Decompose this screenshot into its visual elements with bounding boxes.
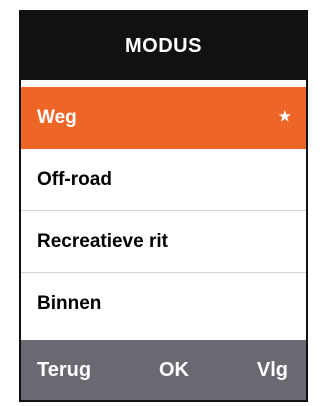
- mode-menu: Weg ★ Off-road Recreatieve rit Binnen: [21, 87, 306, 335]
- device-screen: MODUS Weg ★ Off-road Recreatieve rit Bin…: [19, 10, 308, 402]
- next-button[interactable]: Vlg: [257, 359, 288, 382]
- menu-item-binnen[interactable]: Binnen: [21, 273, 306, 335]
- menu-item-label: Recreatieve rit: [37, 230, 168, 252]
- menu-item-off-road[interactable]: Off-road: [21, 149, 306, 211]
- menu-item-label: Binnen: [37, 293, 102, 314]
- menu-item-weg[interactable]: Weg ★: [21, 87, 306, 149]
- page-title: MODUS: [125, 34, 202, 57]
- ok-button[interactable]: OK: [159, 359, 189, 382]
- footer-bar: Terug OK Vlg: [21, 340, 306, 400]
- menu-item-label: Weg: [37, 106, 77, 128]
- star-icon: ★: [277, 108, 292, 126]
- back-button[interactable]: Terug: [37, 359, 91, 382]
- header-bar: MODUS: [21, 12, 306, 80]
- menu-item-recreatieve-rit[interactable]: Recreatieve rit: [21, 211, 306, 273]
- menu-item-label: Off-road: [37, 168, 112, 190]
